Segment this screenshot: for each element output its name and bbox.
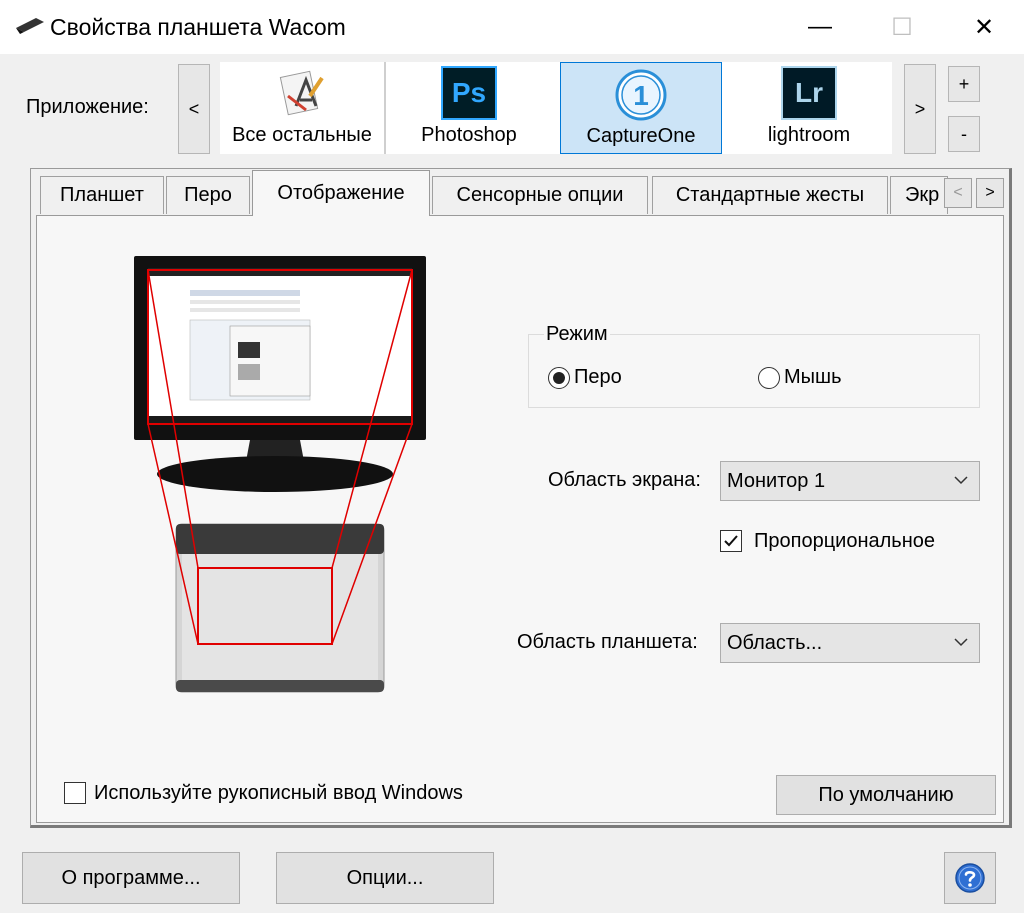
mode-mouse-radio[interactable]: Мышь [758,366,842,389]
tab-pen[interactable]: Перо [166,176,250,214]
tab-bar: Планшет Перо Отображение Сенсорные опции… [38,170,1008,216]
photoshop-icon: Ps [441,66,497,120]
tablet-area-label: Область планшета: [517,631,698,653]
screen-area-value: Монитор 1 [727,469,826,492]
help-button[interactable] [944,852,996,904]
add-application-button[interactable]: + [948,66,980,102]
tabs-scroll-left-button[interactable]: < [944,178,972,208]
mode-pen-radio[interactable]: Перо [548,366,622,389]
tab-standard-gestures[interactable]: Стандартные жесты [652,176,888,214]
tab-touch-options[interactable]: Сенсорные опции [432,176,648,214]
chevron-down-icon [954,476,968,485]
tablet-area-value: Область... [727,631,823,654]
app-name: CaptureOne [586,125,696,147]
app-tile-photoshop[interactable]: Ps Photoshop [388,62,550,154]
title-bar: Свойства планшета Wacom — ☐ ✕ [0,0,1024,54]
application-list: Все остальные Ps Photoshop 1 CaptureOne … [220,62,892,154]
app-name: Все остальные [232,124,372,146]
options-button[interactable]: Опции... [276,852,494,904]
apps-scroll-left-button[interactable]: < [178,64,210,154]
app-name: Photoshop [421,124,517,146]
all-apps-icon [279,70,324,116]
app-tile-lightroom[interactable]: Lr lightroom [728,62,890,154]
mode-mouse-label: Мышь [784,366,842,388]
about-button[interactable]: О программе... [22,852,240,904]
mode-pen-label: Перо [574,366,622,388]
windows-ink-label: Используйте рукописный ввод Windows [94,782,463,804]
minimize-button[interactable]: — [790,0,850,54]
app-tile-captureone[interactable]: 1 CaptureOne [560,62,722,154]
checkmark-icon [724,535,738,547]
help-icon [955,863,985,893]
tablet-area-dropdown[interactable]: Область... [720,623,980,663]
app-name: lightroom [767,124,851,146]
remove-application-button[interactable]: - [948,116,980,152]
apps-scroll-right-button[interactable]: > [904,64,936,154]
screen-area-label: Область экрана: [548,469,701,491]
proportional-label: Пропорциональное [754,530,935,552]
application-label: Приложение: [26,96,149,118]
tab-screen-truncated[interactable]: Экр [890,176,948,214]
tab-mapping[interactable]: Отображение [252,170,430,216]
mode-legend: Режим [544,323,610,346]
lightroom-icon: Lr [781,66,837,120]
proportional-checkbox[interactable] [720,530,742,552]
captureone-icon: 1 [615,69,667,121]
radio-unselected-icon [758,366,780,389]
app-tile-all-others[interactable]: Все остальные [220,62,384,154]
captureone-icon-text: 1 [633,80,649,111]
default-button[interactable]: По умолчанию [776,775,996,815]
radio-selected-icon [548,366,570,389]
chevron-down-icon [954,638,968,647]
close-button[interactable]: ✕ [954,0,1014,54]
window-title: Свойства планшета Wacom [50,14,346,40]
maximize-button[interactable]: ☐ [872,0,932,54]
windows-ink-checkbox[interactable] [64,782,86,804]
screen-area-dropdown[interactable]: Монитор 1 [720,461,980,501]
tabs-scroll-right-button[interactable]: > [976,178,1004,208]
tab-tablet[interactable]: Планшет [40,176,164,214]
mapping-illustration [134,256,426,693]
wacom-pen-icon [16,18,44,34]
divider [384,62,386,154]
